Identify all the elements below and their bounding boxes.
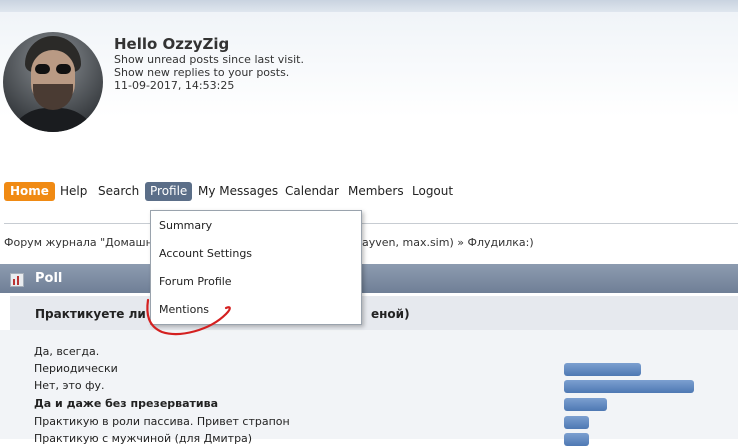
breadcrumb-tail[interactable]: ayven, max.sim) » Флудилка:) xyxy=(362,236,534,249)
nav-home[interactable]: Home xyxy=(4,182,55,201)
poll-option-label: Практикую в роли пассива. Привет страпон xyxy=(34,415,290,428)
poll-option-label: Периодически xyxy=(34,362,118,375)
poll-title: Poll xyxy=(35,271,63,286)
poll-chart-icon xyxy=(10,273,24,287)
poll-option-label: Нет, это фу. xyxy=(34,379,105,392)
poll-question-end: еной) xyxy=(371,307,410,321)
nav-my-messages[interactable]: My Messages xyxy=(198,182,278,201)
new-replies-link[interactable]: Show new replies to your posts. xyxy=(114,66,304,79)
poll-option-label: Да, всегда. xyxy=(34,345,100,358)
user-greeting: Hello OzzyZig Show unread posts since la… xyxy=(114,35,304,92)
menu-item-forum-profile[interactable]: Forum Profile xyxy=(159,275,232,288)
nav-profile[interactable]: Profile xyxy=(145,182,193,201)
unread-posts-link[interactable]: Show unread posts since last visit. xyxy=(114,53,304,66)
nav-calendar[interactable]: Calendar xyxy=(285,182,339,201)
poll-result-bar xyxy=(564,416,589,429)
menu-item-summary[interactable]: Summary xyxy=(159,219,212,232)
poll-result-bar xyxy=(564,433,589,446)
menu-item-account-settings[interactable]: Account Settings xyxy=(159,247,252,260)
current-datetime: 11-09-2017, 14:53:25 xyxy=(114,79,235,92)
poll-result-bar xyxy=(564,363,641,376)
poll-result-bar xyxy=(564,398,607,411)
nav-members[interactable]: Members xyxy=(348,182,404,201)
avatar[interactable] xyxy=(3,32,103,132)
top-bar xyxy=(0,0,738,12)
header-background xyxy=(0,12,738,162)
menu-item-mentions[interactable]: Mentions xyxy=(159,303,209,316)
greeting-title: Hello OzzyZig xyxy=(114,35,230,53)
nav-divider xyxy=(4,223,738,224)
breadcrumb[interactable]: Форум журнала "Домашни xyxy=(4,236,160,249)
poll-question: Практикуете ли xyxy=(35,307,146,321)
poll-option-label: Практикую с мужчиной (для Дмитра) xyxy=(34,432,253,445)
profile-dropdown-menu: Summary Account Settings Forum Profile M… xyxy=(150,210,362,325)
nav-help[interactable]: Help xyxy=(60,182,87,201)
nav-logout[interactable]: Logout xyxy=(412,182,453,201)
poll-result-bar xyxy=(564,380,694,393)
poll-option-label: Да и даже без презерватива xyxy=(34,397,219,410)
poll-header: Poll xyxy=(0,264,738,293)
nav-search[interactable]: Search xyxy=(98,182,139,201)
